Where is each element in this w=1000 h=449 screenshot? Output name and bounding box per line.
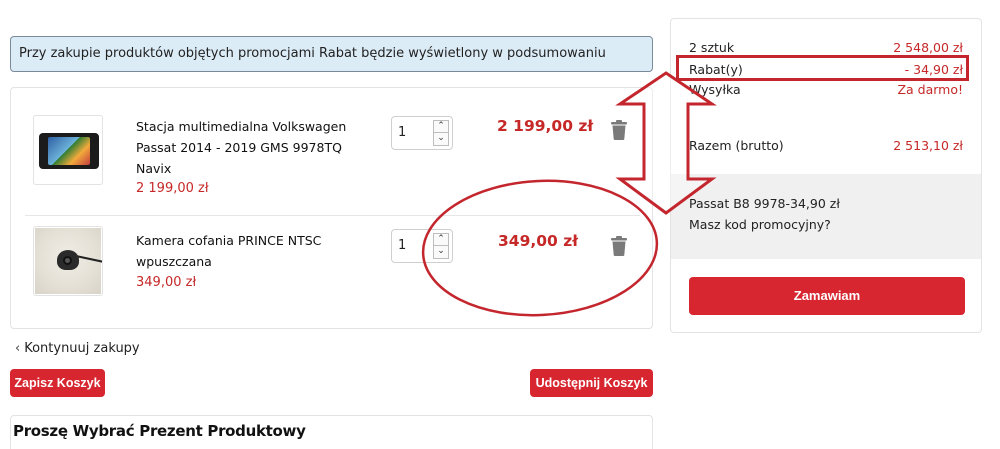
promo-code-question[interactable]: Masz kod promocyjny? [689, 217, 831, 232]
items-subtotal: 2 548,00 zł [893, 40, 963, 55]
promo-code-amount: -34,90 zł [785, 196, 840, 211]
line-total-price: 349,00 zł [498, 232, 578, 250]
chevron-up-icon[interactable]: ⌃ [433, 233, 449, 246]
order-summary-panel: 2 sztuk 2 548,00 zł Rabat(y) - 34,90 zł … [670, 18, 982, 333]
discount-label: Rabat(y) [689, 62, 743, 77]
chevron-down-icon[interactable]: ⌄ [433, 246, 449, 259]
items-count-label: 2 sztuk [689, 40, 735, 55]
promo-code-name: Passat B8 9978 [689, 196, 786, 211]
quantity-stepper[interactable]: 1 ⌃ ⌄ [391, 116, 453, 150]
gift-section-title: Proszę Wybrać Prezent Produktowy [13, 422, 306, 440]
total-label: Razem (brutto) [689, 138, 784, 153]
product-name[interactable]: Kamera cofania PRINCE NTSC wpuszczana [136, 230, 376, 272]
place-order-button[interactable]: Zamawiam [689, 277, 965, 315]
share-cart-button[interactable]: Udostępnij Koszyk [530, 369, 653, 397]
quantity-stepper[interactable]: 1 ⌃ ⌄ [391, 229, 453, 263]
item-divider [25, 215, 640, 216]
product-name-line: wpuszczana [136, 254, 212, 269]
summary-discount-row: Rabat(y) - 34,90 zł [689, 62, 963, 77]
shipping-value: Za darmo! [897, 82, 963, 97]
continue-shopping-label: Kontynuuj zakupy [24, 341, 140, 356]
summary-shipping-row: Wysyłka Za darmo! [689, 82, 963, 97]
save-cart-button[interactable]: Zapisz Koszyk [10, 369, 105, 397]
line-total-price: 2 199,00 zł [497, 117, 594, 135]
summary-total-row: Razem (brutto) 2 513,10 zł [689, 138, 963, 153]
product-unit-price: 349,00 zł [136, 275, 197, 290]
product-unit-price: 2 199,00 zł [136, 181, 209, 196]
total-value: 2 513,10 zł [893, 138, 963, 153]
discount-value: - 34,90 zł [904, 62, 963, 77]
product-thumbnail-multimedia[interactable] [33, 115, 103, 185]
gift-selection-panel: Proszę Wybrać Prezent Produktowy [10, 415, 653, 449]
promo-info-text: Przy zakupie produktów objętych promocja… [19, 46, 606, 61]
chevron-up-icon[interactable]: ⌃ [433, 120, 449, 133]
camera-image [35, 228, 102, 294]
promo-info-banner: Przy zakupie produktów objętych promocja… [10, 36, 653, 72]
product-name-line: Stacja multimedialna Volkswagen [136, 119, 347, 134]
quantity-value[interactable]: 1 [398, 125, 406, 140]
product-thumbnail-camera[interactable] [33, 226, 103, 296]
product-name[interactable]: Stacja multimedialna Volkswagen Passat 2… [136, 116, 376, 179]
trash-icon[interactable] [611, 120, 627, 140]
quantity-value[interactable]: 1 [398, 238, 406, 253]
product-name-line: Kamera cofania PRINCE NTSC [136, 233, 322, 248]
multimedia-unit-image [39, 133, 99, 169]
product-name-line: Navix [136, 161, 172, 176]
chevron-down-icon[interactable]: ⌄ [433, 133, 449, 146]
trash-icon[interactable] [611, 236, 627, 256]
chevron-left-icon: ‹ [15, 341, 21, 356]
product-name-line: Passat 2014 - 2019 GMS 9978TQ [136, 140, 342, 155]
summary-items-row: 2 sztuk 2 548,00 zł [689, 40, 963, 55]
applied-promo-code: Passat B8 9978-34,90 zł [689, 196, 840, 211]
shipping-label: Wysyłka [689, 82, 741, 97]
promo-code-section: Passat B8 9978-34,90 zł Masz kod promocy… [671, 174, 981, 259]
continue-shopping-link[interactable]: ‹ Kontynuuj zakupy [15, 341, 140, 356]
